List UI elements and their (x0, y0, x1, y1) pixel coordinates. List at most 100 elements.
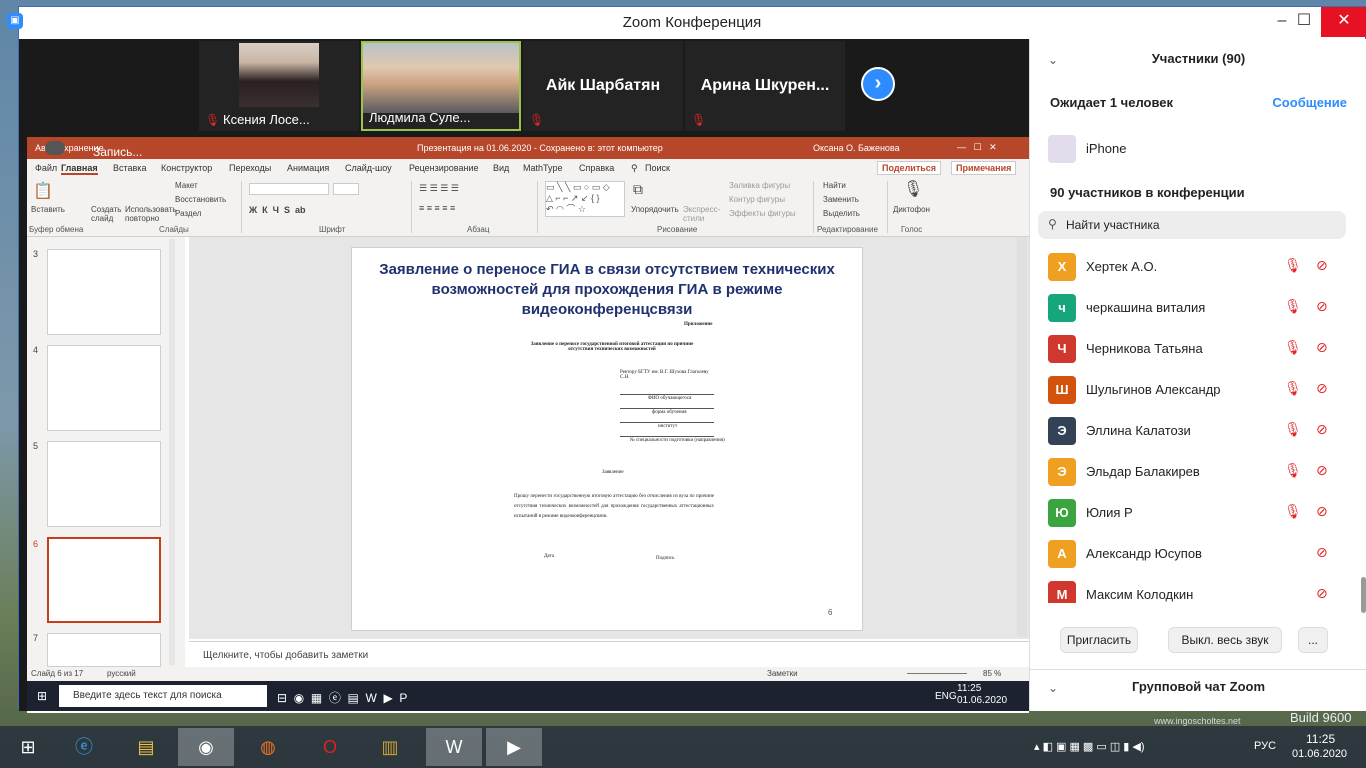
slide-thumbnail[interactable] (47, 249, 161, 335)
ppt-file-title: Презентация на 01.06.2020 - Сохранено в:… (417, 143, 663, 153)
shape-effects-button[interactable]: Эффекты фигуры (729, 209, 796, 218)
layout-button[interactable]: Макет (175, 181, 198, 190)
participant-name: Хертек А.О. (1086, 259, 1158, 274)
quick-styles-button[interactable]: Экспресс-стили (683, 205, 720, 223)
participant-name: черкашина виталия (1086, 300, 1206, 315)
tab-slideshow[interactable]: Слайд-шоу (345, 163, 392, 173)
file-explorer-icon[interactable]: ▤ (118, 728, 174, 766)
message-link[interactable]: Сообщение (1272, 95, 1347, 110)
firefox-icon[interactable]: ◍ (240, 728, 296, 766)
title-bar: ▣ Zoom Конференция – ☐ ✕ (7, 7, 1366, 39)
windows-start-icon[interactable]: ⊞ (37, 689, 47, 703)
slide-thumbnail[interactable] (47, 441, 161, 527)
section-button[interactable]: Раздел (175, 209, 201, 218)
select-button[interactable]: Выделить (823, 209, 860, 218)
shapes-gallery[interactable]: ▭ ╲ ╲ ▭ ○ ▭ ◇ △ ⌐ ⌐ ↗ ↙ { } ↶ ◠ ⌒ ☆ (545, 181, 625, 217)
participant-name: Эллина Калатози (1086, 423, 1191, 438)
list-item[interactable]: Ш Шульгинов Александр 🎙︎ ⊘ (1030, 370, 1360, 411)
muted-mic-icon: 🎙︎ (205, 113, 221, 127)
tray-icons[interactable]: ▴ ◧ ▣ ▦ ▩ ▭ ◫ ▮ ◀) (1034, 740, 1145, 753)
doc-line (620, 436, 714, 437)
tab-help[interactable]: Справка (579, 163, 614, 173)
arrange-button[interactable]: Упорядочить (631, 205, 679, 214)
slide-scrollbar[interactable] (1017, 237, 1027, 637)
avatar: Ю (1048, 499, 1076, 527)
taskbar-app-icons[interactable]: ⊟ ◉ ▦ ⓔ ▤ W ▶ P (277, 689, 407, 706)
opera-icon[interactable]: O (302, 728, 358, 766)
slide-thumbnail[interactable] (47, 633, 161, 667)
font-size-box[interactable] (333, 183, 359, 195)
list-item[interactable]: А Александр Юсупов ⊘ (1030, 534, 1360, 575)
zoom-slider[interactable] (907, 673, 967, 674)
font-format-icons[interactable]: Ж К Ч S ab (249, 205, 305, 215)
thumbnails-scrollbar[interactable] (169, 239, 175, 665)
mute-all-button[interactable]: Выкл. весь звук (1168, 627, 1282, 653)
align-icons[interactable]: ≡ ≡ ≡ ≡ ≡ (419, 203, 455, 213)
next-page-button[interactable]: › (861, 67, 895, 101)
list-item[interactable]: ч черкашина виталия 🎙︎ ⊘ (1030, 288, 1360, 329)
video-tile[interactable]: 🎙︎ Ксения Лосе... (199, 41, 359, 131)
tab-view[interactable]: Вид (493, 163, 509, 173)
video-tile[interactable]: Арина Шкурен... 🎙︎ (685, 41, 845, 131)
video-tile[interactable]: Айк Шарбатян 🎙︎ (523, 41, 683, 131)
notes-pane[interactable]: Щелкните, чтобы добавить заметки (189, 641, 1029, 667)
tab-design[interactable]: Конструктор (161, 163, 212, 173)
tab-mathtype[interactable]: MathType (523, 163, 563, 173)
current-slide[interactable]: Заявление о переносе ГИА в связи отсутст… (351, 247, 863, 631)
internet-explorer-icon[interactable]: ⓔ (56, 728, 112, 766)
list-item[interactable]: Ч Черникова Татьяна 🎙︎ ⊘ (1030, 329, 1360, 370)
video-tile-active-speaker[interactable]: Людмила Суле... (361, 41, 521, 131)
tab-review[interactable]: Рецензирование (409, 163, 479, 173)
start-button[interactable]: ⊞ (0, 728, 56, 766)
dictation-button[interactable]: Диктофон (893, 205, 930, 214)
word-icon[interactable]: W (426, 728, 482, 766)
slide-thumbnail[interactable] (47, 345, 161, 431)
muted-mic-icon: 🎙︎ (1284, 380, 1302, 396)
list-item[interactable]: М Максим Колодкин ⊘ (1030, 575, 1360, 603)
shape-fill-button[interactable]: Заливка фигуры (729, 181, 790, 190)
close-button[interactable]: ✕ (1321, 7, 1366, 37)
more-button[interactable]: ... (1298, 627, 1328, 653)
clock-date[interactable]: 01.06.2020 (1292, 748, 1347, 760)
list-item[interactable]: Ю Юлия Р 🎙︎ ⊘ (1030, 493, 1360, 534)
chrome-icon[interactable]: ◉ (178, 728, 234, 766)
participant-name: Арина Шкурен... (700, 77, 830, 94)
tab-home[interactable]: Главная (61, 163, 98, 175)
clock-time[interactable]: 11:25 (1306, 732, 1335, 746)
create-slide-button[interactable]: Создать слайд (91, 205, 121, 223)
font-name-box[interactable] (249, 183, 329, 195)
tab-insert[interactable]: Вставка (113, 163, 146, 173)
tab-transitions[interactable]: Переходы (229, 163, 271, 173)
taskbar-search-box[interactable]: Введите здесь текст для поиска (59, 685, 267, 707)
keyboard-language[interactable]: РУС (1254, 740, 1276, 752)
restore-button[interactable]: Восстановить (175, 195, 226, 204)
shape-outline-button[interactable]: Контур фигуры (729, 195, 785, 204)
avatar: ч (1048, 294, 1076, 322)
archive-app-icon[interactable]: ▥ (362, 728, 418, 766)
tab-search[interactable]: Поиск (645, 163, 670, 173)
search-participant-input[interactable]: ⚲ Найти участника (1038, 211, 1346, 239)
invite-button[interactable]: Пригласить (1060, 627, 1138, 653)
list-item[interactable]: Э Эллина Калатози 🎙︎ ⊘ (1030, 411, 1360, 452)
comments-button[interactable]: Примечания (951, 161, 1017, 175)
slide-thumbnail-selected[interactable] (47, 537, 161, 623)
microphone-icon: 🎙︎ (903, 181, 924, 198)
list-item[interactable]: Х Хертек А.О. 🎙︎ ⊘ (1030, 247, 1360, 288)
paste-button[interactable]: Вставить (31, 205, 65, 214)
video-off-icon: ⊘ (1316, 462, 1328, 478)
reuse-button[interactable]: Использовать повторно (125, 205, 176, 223)
replace-button[interactable]: Заменить (823, 195, 859, 204)
participants-scrollbar[interactable] (1360, 247, 1366, 613)
scrollbar-thumb[interactable] (1361, 577, 1366, 613)
find-button[interactable]: Найти (823, 181, 846, 190)
tab-animations[interactable]: Анимация (287, 163, 329, 173)
list-item[interactable]: Э Эльдар Балакирев 🎙︎ ⊘ (1030, 452, 1360, 493)
paragraph-icons[interactable]: ☰ ☰ ☰ ☰ (419, 183, 459, 194)
group-drawing: Рисование (657, 225, 698, 234)
waiting-participant[interactable]: iPhone (1086, 141, 1126, 156)
share-button[interactable]: Поделиться (877, 161, 942, 175)
zoom-taskbar-icon[interactable]: ▶ (486, 728, 542, 766)
video-off-icon: ⊘ (1316, 257, 1328, 273)
notes-toggle[interactable]: Заметки (767, 669, 798, 678)
tab-file[interactable]: Файл (35, 163, 57, 173)
